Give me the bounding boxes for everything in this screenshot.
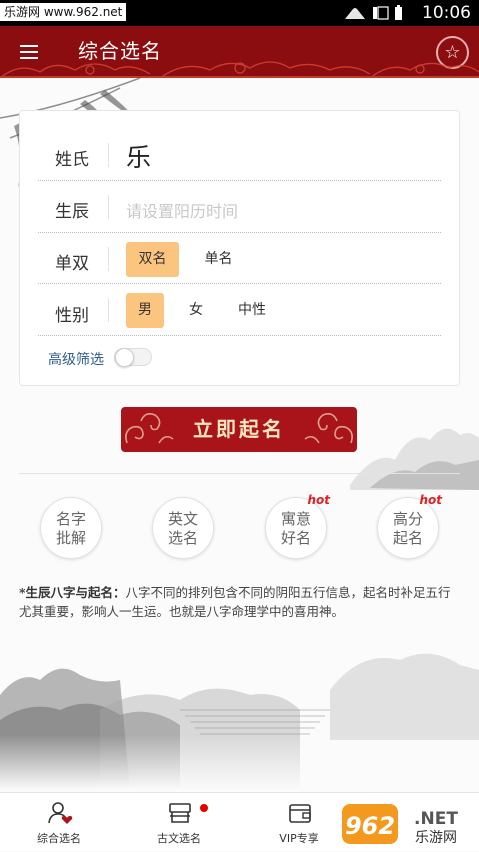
svg-text:乐游网: 乐游网 <box>415 830 457 846</box>
row-separator <box>108 143 109 167</box>
birth-row: 生辰 请设置阳历时间 <box>38 181 441 233</box>
birth-date-input[interactable]: 请设置阳历时间 <box>126 198 238 222</box>
hot-badge: hot <box>307 493 330 507</box>
status-time: 10:06 <box>422 3 471 23</box>
advanced-filter-label[interactable]: 高级筛选 <box>48 349 104 369</box>
tab-vip[interactable]: VIP专享 <box>240 793 358 852</box>
landscape-painting-decoration <box>0 653 479 790</box>
mountain-decoration <box>350 428 479 490</box>
status-icons <box>345 5 402 20</box>
row-separator <box>108 298 109 322</box>
cloud-pattern-decoration <box>0 61 479 78</box>
tab-comprehensive-naming[interactable]: 综合选名 <box>0 793 118 852</box>
feature-label: 名字 <box>55 510 86 528</box>
app-bar: 综合选名 ☆ <box>0 26 479 78</box>
name-count-label: 单双 <box>55 254 89 274</box>
row-separator <box>108 247 109 271</box>
feature-label: 寓意 <box>280 510 311 528</box>
birth-label: 生辰 <box>55 202 89 222</box>
svg-text:.NET: .NET <box>414 809 458 829</box>
feature-label: 起名 <box>392 529 423 547</box>
name-count-row: 单双 双名 单名 <box>38 233 441 284</box>
start-naming-button[interactable]: 立即起名 <box>121 407 357 452</box>
feature-label: 英文 <box>167 510 198 528</box>
cloud-swirl-icon <box>125 413 174 444</box>
wallet-icon <box>289 804 311 823</box>
person-heart-icon <box>48 802 73 824</box>
feature-label: 高分 <box>392 510 423 528</box>
tab-label: VIP专享 <box>279 832 319 845</box>
bazi-description: *生辰八字与起名：八字不同的排列包含不同的阴阳五行信息，起名时补足五行尤其重要，… <box>19 583 461 621</box>
surname-input[interactable]: 乐 <box>126 138 151 174</box>
option-double-name[interactable]: 双名 <box>126 242 179 277</box>
962-logo-watermark: 962 .NET 乐游网 <box>342 804 458 846</box>
description-title: *生辰八字与起名： <box>19 585 126 600</box>
name-form-card: 姓氏 乐 生辰 请设置阳历时间 单双 双名 单名 性别 男 女 中性 高级筛选 <box>19 110 460 386</box>
toggle-knob <box>115 348 134 367</box>
gender-row: 性别 男 女 中性 <box>38 284 441 336</box>
tab-label: 综合选名 <box>37 832 81 845</box>
status-bar: 乐游网 www.962.net 10:06 <box>0 0 479 26</box>
svg-text:962: 962 <box>345 812 395 840</box>
feature-high-score-name[interactable]: hot 高分 起名 <box>377 493 442 559</box>
watermark-text: 乐游网 www.962.net <box>0 3 127 21</box>
gender-label: 性别 <box>55 306 89 326</box>
feature-label: 选名 <box>167 529 198 547</box>
row-separator <box>108 195 109 219</box>
notification-dot <box>200 804 208 812</box>
option-female[interactable]: 女 <box>177 293 215 328</box>
section-divider <box>19 473 460 474</box>
feature-label: 好名 <box>280 529 311 547</box>
feature-english-name[interactable]: 英文 选名 <box>152 497 214 559</box>
tab-classical-naming[interactable]: 古文选名 <box>120 793 238 852</box>
option-neutral[interactable]: 中性 <box>228 293 276 328</box>
feature-name-analysis[interactable]: 名字 批解 <box>40 497 102 559</box>
feature-label: 批解 <box>55 529 86 547</box>
tab-label: 古文选名 <box>157 832 201 845</box>
surname-row: 姓氏 乐 <box>38 131 441 181</box>
surname-label: 姓氏 <box>55 150 89 170</box>
advanced-filter-toggle[interactable] <box>114 348 152 367</box>
hot-badge: hot <box>419 493 442 507</box>
start-naming-label: 立即起名 <box>193 417 285 441</box>
cloud-swirl-icon <box>304 413 353 444</box>
option-male[interactable]: 男 <box>126 293 164 328</box>
book-stand-icon <box>169 803 191 823</box>
option-single-name[interactable]: 单名 <box>192 242 245 277</box>
feature-meaningful-name[interactable]: hot 寓意 好名 <box>265 493 330 559</box>
